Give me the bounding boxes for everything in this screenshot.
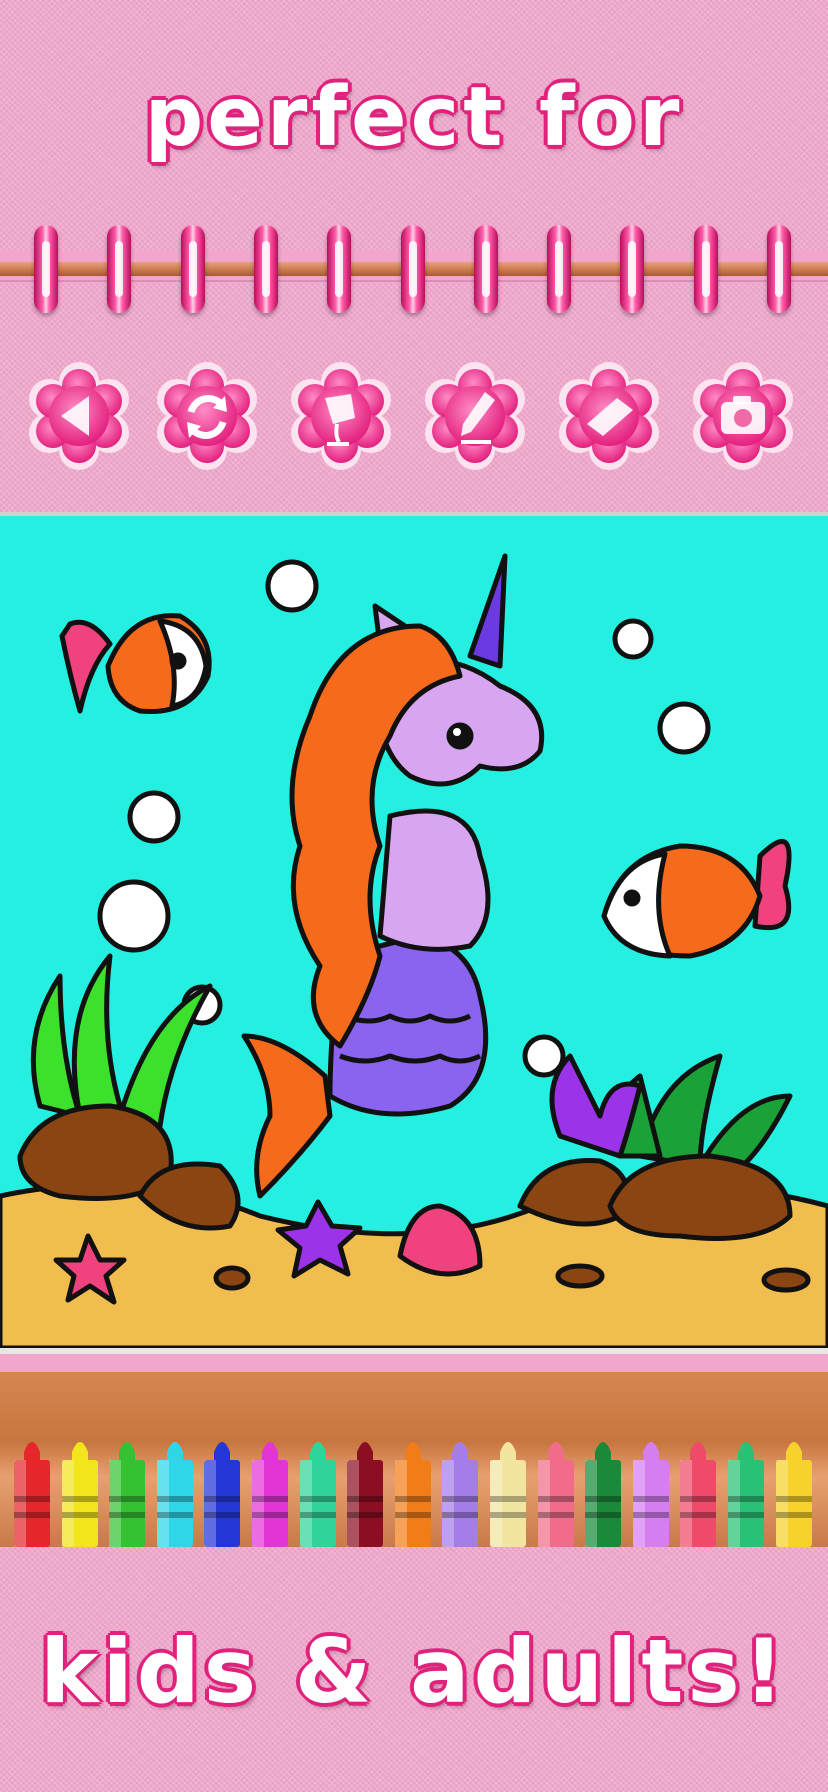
crayon[interactable] xyxy=(440,1432,480,1547)
crayon[interactable] xyxy=(536,1432,576,1547)
headline-top: perfect for xyxy=(144,70,684,165)
crayon[interactable] xyxy=(488,1432,528,1547)
crayon[interactable] xyxy=(12,1432,52,1547)
spiral-ring xyxy=(400,225,425,313)
eraser-icon xyxy=(559,362,659,470)
undo-arrows-icon xyxy=(157,362,257,470)
crayon[interactable] xyxy=(250,1432,290,1547)
crayon[interactable] xyxy=(583,1432,623,1547)
crayon[interactable] xyxy=(202,1432,242,1547)
eraser-button[interactable] xyxy=(555,362,663,470)
spiral-ring xyxy=(253,225,278,313)
spiral-ring xyxy=(327,225,352,313)
back-triangle-icon xyxy=(29,362,129,470)
crayon[interactable] xyxy=(345,1432,385,1547)
paint-bucket-icon xyxy=(291,362,391,470)
crayon[interactable] xyxy=(60,1432,100,1547)
spiral-ring xyxy=(620,225,645,313)
crayon[interactable] xyxy=(678,1432,718,1547)
camera-icon xyxy=(693,362,793,470)
spiral-ring xyxy=(34,225,58,313)
fill-button[interactable] xyxy=(287,362,395,470)
camera-button[interactable] xyxy=(689,362,797,470)
spiral-ring xyxy=(693,225,718,313)
pencil-button[interactable] xyxy=(421,362,529,470)
back-button[interactable] xyxy=(25,362,133,470)
crayon[interactable] xyxy=(107,1432,147,1547)
spiral-ring xyxy=(473,225,498,313)
crayon[interactable] xyxy=(774,1432,814,1547)
mermaid-unicorn-picture xyxy=(0,553,828,1348)
spiral-ring xyxy=(107,225,132,313)
spiral-ring xyxy=(767,225,791,313)
headline-bottom: kids & adults! xyxy=(40,1620,788,1723)
spiral-ring xyxy=(547,225,572,313)
crayon[interactable] xyxy=(155,1432,195,1547)
undo-button[interactable] xyxy=(153,362,261,470)
top-banner: perfect for xyxy=(0,0,828,250)
crayon[interactable] xyxy=(631,1432,671,1547)
coloring-canvas[interactable] xyxy=(0,512,828,1354)
crayon[interactable] xyxy=(298,1432,338,1547)
pencil-icon xyxy=(425,362,525,470)
crayon[interactable] xyxy=(393,1432,433,1547)
bottom-banner: kids & adults! xyxy=(0,1547,828,1792)
spiral-ring xyxy=(180,225,205,313)
crayon[interactable] xyxy=(726,1432,766,1547)
